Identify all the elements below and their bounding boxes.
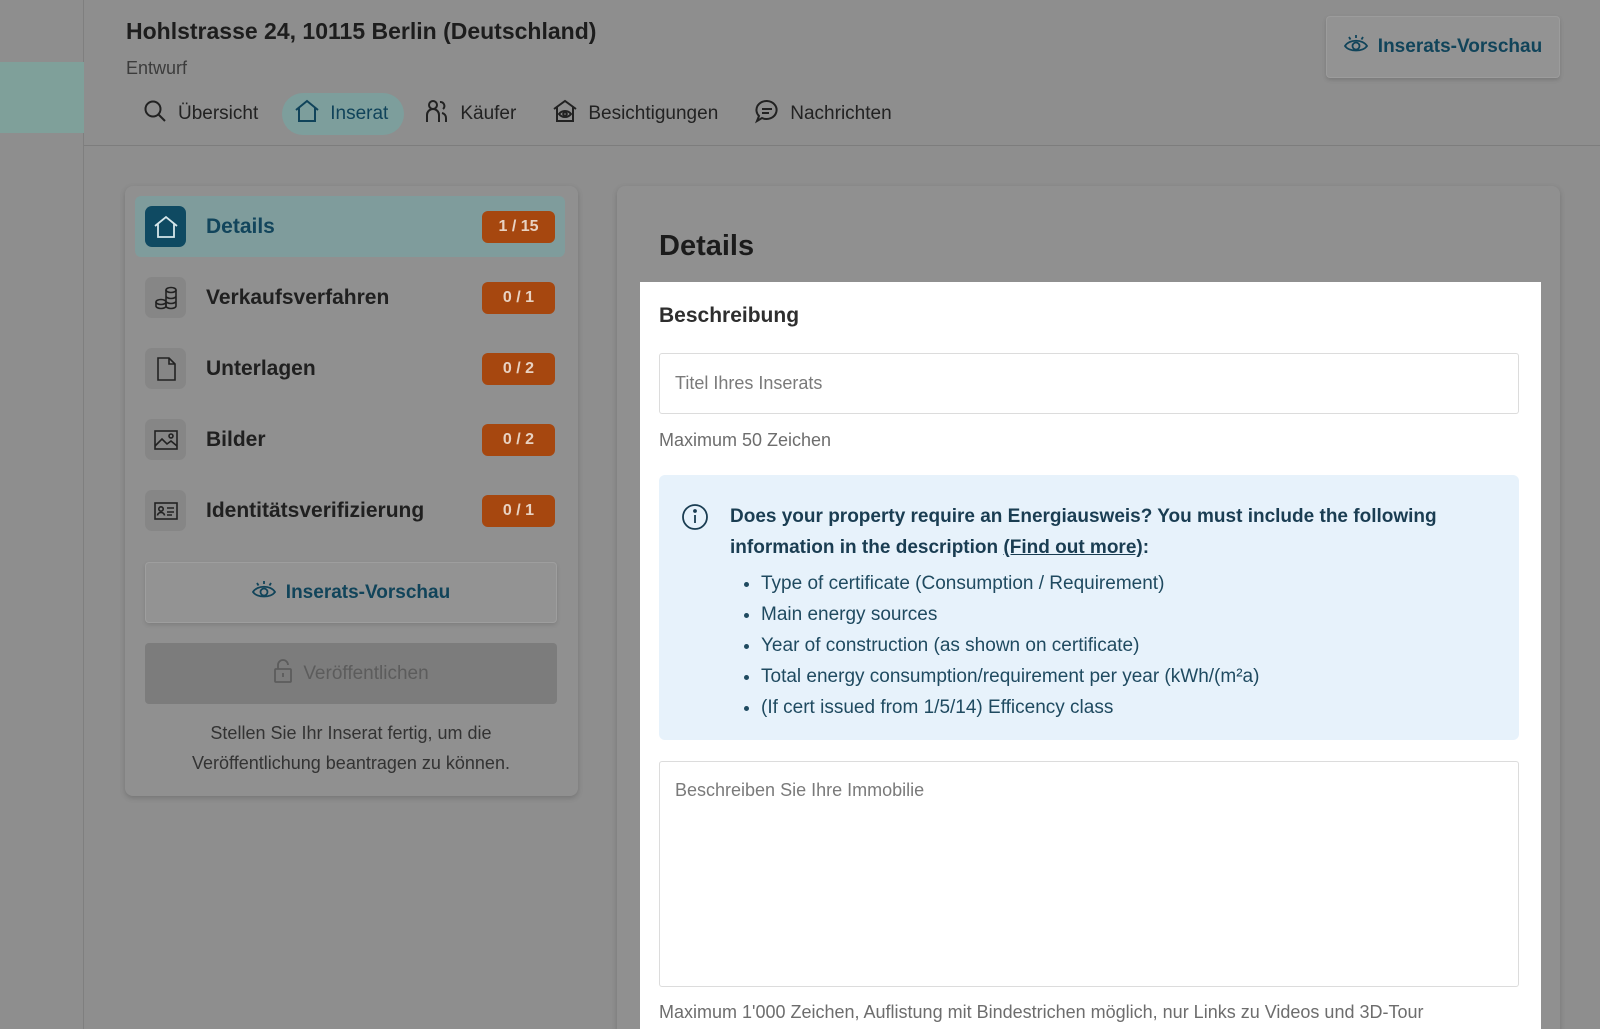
id-card-icon: [145, 490, 186, 531]
step-progress-badge: 0 / 2: [482, 352, 555, 385]
section-title: Details: [659, 230, 755, 262]
description-heading: Beschreibung: [659, 304, 800, 327]
document-icon: [145, 348, 186, 389]
find-out-more-link[interactable]: (Find out more): [1003, 537, 1142, 558]
step-progress-badge: 0 / 1: [482, 494, 555, 527]
publish-button[interactable]: Veröffentlichen: [145, 643, 557, 704]
search-icon: [142, 98, 168, 130]
app-rail: [0, 0, 84, 1029]
chat-icon: [754, 98, 780, 130]
property-description-input[interactable]: [659, 761, 1519, 987]
preview-button[interactable]: Inserats-Vorschau: [145, 562, 557, 623]
home-icon: [145, 206, 186, 247]
step-identity-verification[interactable]: Identitätsverifizierung 0 / 1: [135, 480, 565, 541]
step-label: Verkaufsverfahren: [206, 285, 390, 309]
required-info-list: Type of certificate (Consumption / Requi…: [761, 568, 1259, 723]
description-char-limit-hint: Maximum 1'000 Zeichen, Auflistung mit Bi…: [659, 1002, 1424, 1022]
step-sale-procedure[interactable]: Verkaufsverfahren 0 / 1: [135, 267, 565, 328]
preview-button-label: Inserats-Vorschau: [1377, 36, 1543, 57]
tab-listing[interactable]: Inserat: [282, 93, 405, 135]
tab-viewings[interactable]: Besichtigungen: [540, 93, 734, 135]
tab-overview[interactable]: Übersicht: [130, 93, 274, 135]
eye-house-icon: [552, 98, 578, 130]
step-label: Bilder: [206, 427, 266, 451]
step-progress-badge: 0 / 2: [482, 423, 555, 456]
tab-label: Inserat: [330, 103, 389, 124]
publish-button-label: Veröffentlichen: [303, 662, 429, 684]
home-icon: [294, 98, 320, 130]
eye-icon: [251, 580, 276, 606]
info-icon: [681, 503, 709, 531]
rail-active-item[interactable]: [0, 62, 84, 133]
coins-icon: [145, 277, 186, 318]
page-header: Hohlstrasse 24, 10115 Berlin (Deutschlan…: [84, 0, 1600, 146]
status-label: Entwurf: [126, 58, 188, 78]
image-icon: [145, 419, 186, 460]
info-message-suffix: :: [1142, 537, 1150, 558]
tab-messages[interactable]: Nachrichten: [742, 93, 907, 135]
step-label: Unterlagen: [206, 356, 316, 380]
title-char-limit-hint: Maximum 50 Zeichen: [659, 430, 832, 450]
step-label: Details: [206, 214, 275, 238]
page-title: Hohlstrasse 24, 10115 Berlin (Deutschlan…: [126, 18, 597, 44]
list-item: Main energy sources: [761, 599, 1259, 630]
step-details[interactable]: Details 1 / 15: [135, 196, 565, 257]
list-item: (If cert issued from 1/5/14) Efficency c…: [761, 692, 1259, 723]
step-images[interactable]: Bilder 0 / 2: [135, 409, 565, 470]
tab-label: Käufer: [460, 103, 517, 124]
users-icon: [424, 98, 450, 130]
publish-hint: Stellen Sie Ihr Inserat fertig, um die V…: [192, 723, 510, 773]
list-item: Type of certificate (Consumption / Requi…: [761, 568, 1259, 599]
list-item: Year of construction (as shown on certif…: [761, 630, 1259, 661]
eye-icon: [1343, 34, 1368, 60]
tab-label: Übersicht: [178, 103, 259, 124]
list-item: Total energy consumption/requirement per…: [761, 661, 1259, 692]
description-panel: Beschreibung Maximum 50 Zeichen Does you…: [640, 282, 1541, 1029]
step-label: Identitätsverifizierung: [206, 498, 425, 522]
step-documents[interactable]: Unterlagen 0 / 2: [135, 338, 565, 399]
step-progress-badge: 0 / 1: [482, 281, 555, 314]
listing-title-input[interactable]: [659, 353, 1519, 414]
tab-label: Besichtigungen: [588, 103, 719, 124]
info-message: Does your property require an Energiausw…: [730, 501, 1490, 563]
preview-button-top[interactable]: Inserats-Vorschau: [1326, 16, 1560, 78]
tab-label: Nachrichten: [790, 103, 892, 124]
tab-bar: Übersicht Inserat Käufer Besichtigungen …: [130, 93, 908, 135]
lock-icon: [273, 658, 293, 690]
energy-certificate-info: Does your property require an Energiausw…: [659, 475, 1519, 740]
step-progress-badge: 1 / 15: [482, 210, 555, 243]
tab-buyers[interactable]: Käufer: [412, 93, 532, 135]
steps-card: Details 1 / 15 Verkaufsverfahren 0 / 1 U…: [125, 186, 578, 796]
preview-button-label: Inserats-Vorschau: [285, 581, 451, 603]
